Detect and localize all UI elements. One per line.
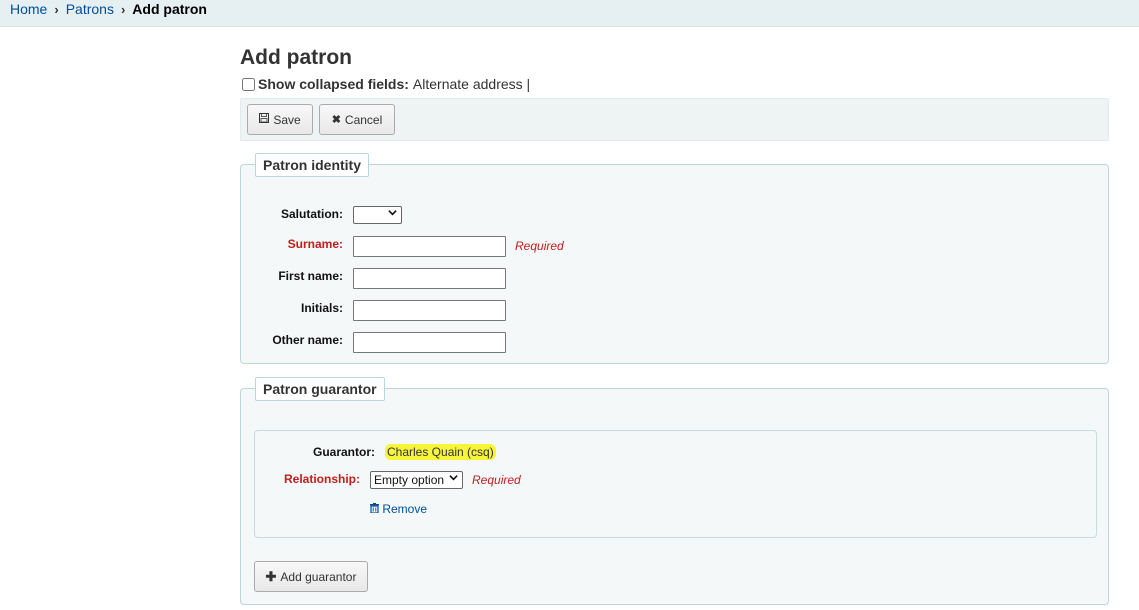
save-button[interactable]: Save: [247, 104, 313, 135]
relationship-value: Empty option: [374, 473, 445, 487]
breadcrumb-separator: ›: [120, 2, 126, 17]
othername-input[interactable]: [353, 332, 506, 353]
breadcrumb-separator: ›: [54, 2, 59, 17]
guarantor-name[interactable]: Charles Quain (csq): [385, 444, 496, 460]
relationship-label: Relationship:: [283, 472, 360, 486]
trash-icon: [370, 502, 382, 516]
breadcrumb: Home › Patrons › Add patron: [0, 0, 1139, 27]
show-collapsed-checkbox[interactable]: [242, 77, 255, 91]
salutation-label: Salutation:: [281, 207, 343, 221]
patron-guarantor-legend: Patron guarantor: [255, 377, 385, 401]
cancel-button[interactable]: ✖ Cancel: [319, 104, 395, 135]
remove-guarantor-link[interactable]: Remove: [370, 502, 427, 516]
add-guarantor-button[interactable]: ✚ Add guarantor: [254, 561, 368, 592]
collapsed-links[interactable]: Alternate address |: [413, 75, 530, 93]
surname-input[interactable]: [353, 236, 506, 257]
page-title: Add patron: [240, 46, 352, 69]
firstname-input[interactable]: [353, 268, 506, 289]
salutation-select[interactable]: [353, 206, 402, 224]
relationship-required: Required: [472, 473, 521, 487]
guarantor-label: Guarantor:: [312, 445, 375, 459]
guarantor-entry: Guarantor: Charles Quain (csq) Relations…: [254, 430, 1097, 538]
show-collapsed-label: Show collapsed fields:: [258, 76, 409, 92]
surname-label: Surname:: [287, 237, 343, 251]
initials-input[interactable]: [353, 300, 506, 321]
plus-icon: ✚: [265, 568, 277, 584]
remove-label: Remove: [382, 502, 428, 516]
cancel-label: Cancel: [344, 112, 383, 127]
breadcrumb-home[interactable]: Home: [10, 1, 47, 17]
chevron-down-icon: [388, 208, 397, 220]
save-label: Save: [273, 112, 301, 127]
show-collapsed-fields: Show collapsed fields: Alternate address…: [240, 75, 530, 93]
patron-identity-legend: Patron identity: [255, 153, 370, 177]
firstname-label: First name:: [278, 269, 343, 283]
othername-label: Other name:: [272, 333, 343, 347]
patron-identity-fieldset: Patron identity Salutation: Surname: Req…: [240, 153, 1109, 364]
add-guarantor-label: Add guarantor: [280, 569, 357, 584]
breadcrumb-current: Add patron: [132, 1, 207, 17]
initials-label: Initials:: [300, 301, 343, 315]
floppy-disk-icon: [259, 113, 270, 126]
surname-required: Required: [515, 239, 564, 253]
relationship-select[interactable]: Empty option: [370, 471, 463, 489]
guarantor-value: Charles Quain (csq): [385, 444, 496, 460]
close-icon: ✖: [331, 114, 341, 126]
breadcrumb-patrons[interactable]: Patrons: [66, 1, 114, 17]
toolbar: Save ✖ Cancel: [240, 98, 1109, 141]
patron-guarantor-fieldset: Patron guarantor Guarantor: Charles Quai…: [240, 377, 1109, 605]
chevron-down-icon: [449, 473, 458, 485]
